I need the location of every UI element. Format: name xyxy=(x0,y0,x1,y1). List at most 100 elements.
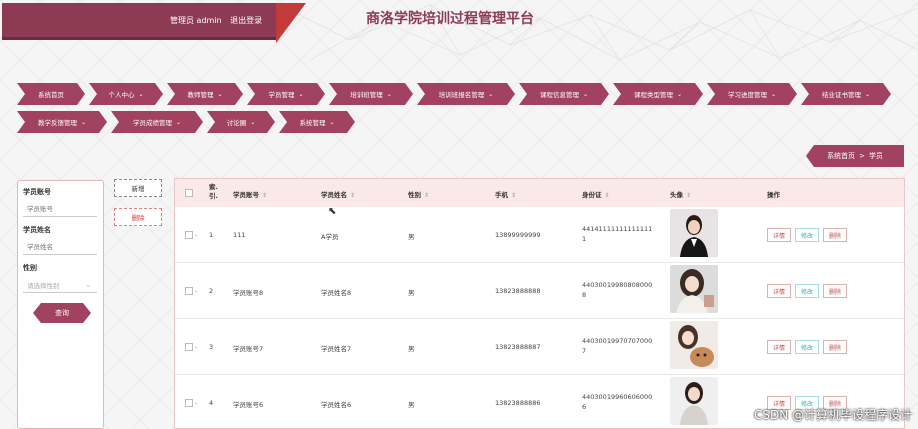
chevron-down-icon: ⌄ xyxy=(194,400,199,406)
chevron-down-icon: ⌄ xyxy=(217,90,223,98)
avatar-image xyxy=(670,209,718,257)
nav-item-training-class[interactable]: 培训班管理 ⌄ xyxy=(329,83,413,105)
avatar xyxy=(670,265,718,313)
search-panel: 学员账号 学员姓名 性别 请选择性别 ⌄ 查询 xyxy=(17,180,104,429)
edit-button[interactable]: 修改 xyxy=(795,228,819,242)
logout-link[interactable]: 退出登录 xyxy=(230,16,262,25)
edit-button[interactable]: 修改 xyxy=(795,340,819,354)
sort-icon: ⇕ xyxy=(262,192,268,199)
breadcrumb-home[interactable]: 系统首页 xyxy=(827,151,855,161)
table-row: ⌄ 2 学员账号8 学员姓名8 男 13823888888 4403001998… xyxy=(175,263,904,319)
delete-button[interactable]: 删除 xyxy=(823,228,847,242)
nav-item-home[interactable]: 系统首页 xyxy=(17,83,85,105)
header-avatar[interactable]: 头像 ⇕ xyxy=(670,189,691,199)
chevron-down-icon: ⌄ xyxy=(329,118,335,126)
sort-icon: ⇕ xyxy=(350,192,356,199)
avatar xyxy=(670,377,718,425)
row-checkbox[interactable] xyxy=(185,343,193,351)
row-gender: 男 xyxy=(408,233,415,241)
account-input[interactable] xyxy=(23,201,97,217)
nav-item-discussion[interactable]: 讨论圈 ⌄ xyxy=(207,111,275,133)
breadcrumb-current: 学员 xyxy=(868,152,883,160)
nav-item-class-enrollment[interactable]: 培训班报名管理 ⌄ xyxy=(417,83,515,105)
sort-icon: ⇕ xyxy=(511,192,517,199)
edit-button[interactable]: 修改 xyxy=(795,284,819,298)
row-index: 2 xyxy=(209,287,214,295)
query-button[interactable]: 查询 xyxy=(33,303,91,323)
nav-item-personal-center[interactable]: 个人中心 ⌄ xyxy=(89,83,163,105)
breadcrumb-separator: > xyxy=(859,152,865,160)
row-index: 1 xyxy=(209,231,214,239)
row-gender: 男 xyxy=(408,289,415,297)
row-index: 3 xyxy=(209,343,214,351)
detail-button[interactable]: 详情 xyxy=(767,228,791,242)
row-gender: 男 xyxy=(408,401,415,409)
nav-item-teacher[interactable]: 教师管理 ⌄ xyxy=(167,83,243,105)
chevron-down-icon: ⌄ xyxy=(85,280,91,289)
nav-item-certificate[interactable]: 结业证书管理 ⌄ xyxy=(801,83,891,105)
header-index: 索. 引. xyxy=(209,183,218,200)
name-input[interactable] xyxy=(23,239,97,255)
detail-button[interactable]: 详情 xyxy=(767,340,791,354)
chevron-down-icon: ⌄ xyxy=(138,90,144,98)
detail-button[interactable]: 详情 xyxy=(767,284,791,298)
delete-button[interactable]: 删除 xyxy=(823,340,847,354)
nav-item-learning-progress[interactable]: 学习进度管理 ⌄ xyxy=(707,83,797,105)
chevron-down-icon: ⌄ xyxy=(488,90,494,98)
row-name: A学员 xyxy=(321,233,339,241)
add-button[interactable]: 新增 xyxy=(114,179,162,197)
row-account: 111 xyxy=(233,231,246,239)
nav-item-student[interactable]: 学员管理 ⌄ xyxy=(247,83,325,105)
avatar-image xyxy=(670,377,718,425)
nav-item-grades[interactable]: 学员成绩管理 ⌄ xyxy=(111,111,203,133)
header-idcard[interactable]: 身份证 ⇕ xyxy=(582,189,610,199)
header-user-area: 管理员 admin 退出登录 xyxy=(170,15,268,26)
chevron-down-icon: ⌄ xyxy=(386,90,392,98)
breadcrumb: 系统首页 > 学员 xyxy=(806,145,904,167)
chevron-down-icon: ⌄ xyxy=(194,344,199,350)
gender-select[interactable]: 请选择性别 ⌄ xyxy=(23,277,97,293)
sort-icon: ⇕ xyxy=(686,192,692,199)
batch-delete-button[interactable]: 删除 xyxy=(114,208,162,226)
header-name[interactable]: 学员姓名 ⇕ xyxy=(321,189,355,199)
row-phone: 13899999999 xyxy=(495,231,541,239)
header-account[interactable]: 学员账号 ⇕ xyxy=(233,189,267,199)
row-name: 学员姓名6 xyxy=(321,401,352,409)
row-checkbox[interactable] xyxy=(185,287,193,295)
row-idcard: 440300199808080008 xyxy=(582,281,653,299)
top-header: 管理员 admin 退出登录 xyxy=(2,3,276,40)
chevron-down-icon: ⌄ xyxy=(175,118,182,126)
nav-item-feedback[interactable]: 教学反馈管理 ⌄ xyxy=(17,111,107,133)
nav-item-course-type[interactable]: 课程类型管理 ⌄ xyxy=(613,83,703,105)
site-title: 商洛学院培训过程管理平台 xyxy=(366,11,534,27)
row-checkbox[interactable] xyxy=(185,399,193,407)
chevron-down-icon: ⌄ xyxy=(770,90,777,98)
table-row: ⌄ 3 学员账号7 学员姓名7 男 13823888887 4403001997… xyxy=(175,319,904,375)
row-idcard: 440300199707070007 xyxy=(582,337,653,355)
gender-label: 性别 xyxy=(23,264,37,272)
row-name: 学员姓名7 xyxy=(321,345,352,353)
chevron-down-icon: ⌄ xyxy=(194,288,199,294)
student-table: 索. 引. 学员账号 ⇕ 学员姓名 ⇕ 性别 ⇕ 手机 ⇕ 身份证 ⇕ 头像 ⇕ 操作 ⌄ 1… xyxy=(174,178,905,429)
nav-item-system[interactable]: 系统管理 ⌄ xyxy=(279,111,355,133)
header-ops: 操作 xyxy=(767,191,780,199)
row-phone: 13823888887 xyxy=(495,343,541,351)
row-account: 学员账号7 xyxy=(233,345,264,353)
select-all-checkbox[interactable] xyxy=(185,189,193,197)
row-account: 学员账号6 xyxy=(233,401,264,409)
mouse-cursor-icon: ⬉ xyxy=(328,206,337,217)
row-name: 学员姓名8 xyxy=(321,289,352,297)
header-phone[interactable]: 手机 ⇕ xyxy=(495,189,516,199)
row-account: 学员账号8 xyxy=(233,289,264,297)
account-label: 学员账号 xyxy=(23,188,51,196)
header-gender[interactable]: 性别 ⇕ xyxy=(408,189,429,199)
nav-item-course-info[interactable]: 课程信息管理 ⌄ xyxy=(519,83,609,105)
row-idcard: 441411111111111111 xyxy=(582,225,653,243)
sort-icon: ⇕ xyxy=(424,192,430,199)
watermark: CSDN @计算机毕设程序设计 xyxy=(753,408,912,422)
row-checkbox[interactable] xyxy=(185,231,193,239)
chevron-down-icon: ⌄ xyxy=(582,90,589,98)
header-wedge-decoration xyxy=(276,3,306,43)
delete-button[interactable]: 删除 xyxy=(823,284,847,298)
chevron-down-icon: ⌄ xyxy=(250,118,256,126)
